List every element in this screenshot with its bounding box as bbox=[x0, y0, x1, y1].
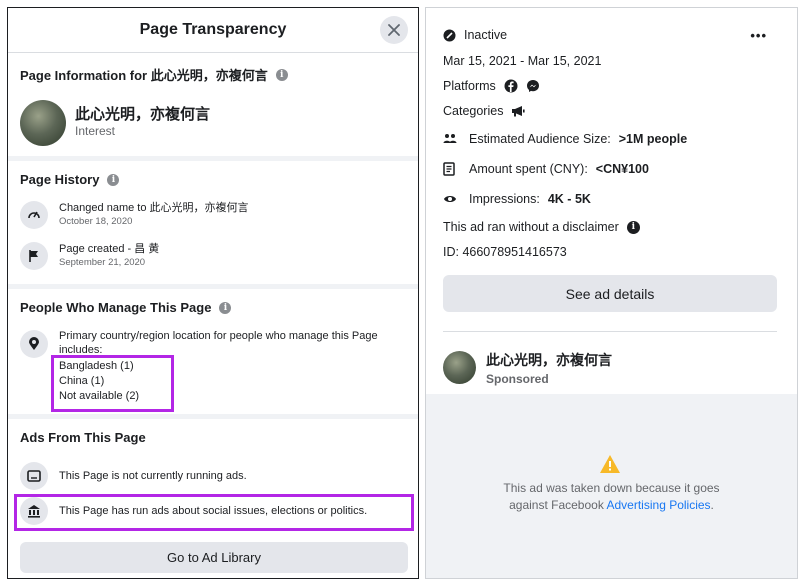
people-icon bbox=[443, 134, 457, 143]
eye-icon bbox=[444, 196, 456, 202]
flag-icon bbox=[20, 242, 48, 270]
advertising-policies-link[interactable]: Advertising Policies bbox=[607, 498, 711, 512]
disclaimer-row: This ad ran without a disclaimer i bbox=[443, 220, 640, 234]
managers-heading-text: People Who Manage This Page bbox=[20, 300, 212, 315]
info-icon[interactable]: i bbox=[219, 301, 232, 314]
spent-row: Amount spent (CNY): <CN¥100 bbox=[443, 162, 649, 176]
ad-dates: Mar 15, 2021 - Mar 15, 2021 bbox=[443, 54, 602, 68]
facebook-icon bbox=[504, 79, 518, 93]
impressions-value: 4K - 5K bbox=[547, 192, 591, 206]
history-item-date: October 18, 2020 bbox=[59, 216, 133, 227]
advertiser-avatar[interactable] bbox=[443, 351, 476, 384]
political-ads-highlight bbox=[14, 494, 414, 531]
history-item-text: Page created - 昌 黄 bbox=[59, 243, 160, 255]
close-icon bbox=[388, 24, 400, 36]
ad-status: Inactive bbox=[443, 28, 507, 42]
takedown-prefix: against Facebook bbox=[509, 498, 607, 512]
page-name[interactable]: 此心光明，亦複何言 bbox=[75, 103, 210, 124]
divider bbox=[443, 331, 777, 332]
categories-row: Categories bbox=[443, 104, 526, 118]
page-transparency-dialog: Page Transparency Page Information for 此… bbox=[7, 7, 419, 579]
ad-library-button[interactable]: Go to Ad Library bbox=[20, 542, 408, 573]
receipt-icon bbox=[443, 162, 455, 176]
monitor-icon bbox=[20, 462, 48, 490]
audience-value: >1M people bbox=[618, 132, 688, 146]
page-history-section: Page History i Changed name to 此心光明，亦複何言… bbox=[8, 156, 418, 284]
audience-label: Estimated Audience Size: bbox=[469, 132, 611, 146]
ad-id: ID: 466078951416573 bbox=[443, 245, 567, 259]
ads-section: Ads From This Page This Page is not curr… bbox=[8, 414, 418, 578]
advertiser-name[interactable]: 此心光明，亦複何言 bbox=[486, 350, 612, 370]
history-item-text: Changed name to 此心光明，亦複何言 bbox=[59, 202, 249, 214]
inactive-icon bbox=[443, 29, 456, 41]
takedown-line1: This ad was taken down because it goes bbox=[503, 481, 720, 495]
status-text: Inactive bbox=[464, 28, 508, 42]
ads-heading-text: Ads From This Page bbox=[20, 430, 146, 445]
more-options-button[interactable]: ••• bbox=[750, 28, 767, 43]
page-info-section: Page Information for 此心光明，亦複何言 i 此心光明，亦複… bbox=[8, 52, 418, 156]
dialog-header: Page Transparency bbox=[8, 8, 418, 53]
takedown-suffix: . bbox=[710, 498, 714, 512]
platforms-label: Platforms bbox=[443, 79, 496, 93]
takedown-notice: This ad was taken down because it goes a… bbox=[426, 394, 797, 578]
ads-not-running: This Page is not currently running ads. bbox=[59, 470, 247, 482]
spent-value: <CN¥100 bbox=[595, 162, 649, 176]
countries-highlight bbox=[51, 355, 174, 412]
page-info-heading-text: Page Information for 此心光明，亦複何言 bbox=[20, 68, 268, 83]
sponsored-label: Sponsored bbox=[486, 372, 549, 386]
takedown-text: This ad was taken down because it goes a… bbox=[426, 480, 797, 514]
impressions-label: Impressions: bbox=[469, 192, 540, 206]
see-ad-details-button[interactable]: See ad details bbox=[443, 275, 777, 312]
page-history-heading: Page History i bbox=[20, 172, 120, 187]
page-avatar[interactable] bbox=[20, 100, 66, 146]
page-history-heading-text: Page History bbox=[20, 172, 100, 187]
takedown-line2: against Facebook Advertising Policies. bbox=[426, 497, 797, 514]
close-button[interactable] bbox=[380, 16, 408, 44]
impressions-row: Impressions: 4K - 5K bbox=[443, 192, 591, 206]
platforms-row: Platforms bbox=[443, 79, 540, 93]
history-item: Page created - 昌 黄 September 21, 2020 bbox=[20, 242, 159, 270]
ads-status-row: This Page is not currently running ads. bbox=[20, 462, 247, 490]
info-icon[interactable]: i bbox=[626, 220, 640, 234]
warning-icon bbox=[600, 455, 620, 473]
megaphone-icon bbox=[512, 106, 526, 117]
managers-section: People Who Manage This Page i Primary co… bbox=[8, 284, 418, 414]
managers-heading: People Who Manage This Page i bbox=[20, 300, 232, 315]
messenger-icon bbox=[526, 80, 539, 92]
page-info-heading: Page Information for 此心光明，亦複何言 i bbox=[20, 65, 288, 84]
info-icon[interactable]: i bbox=[107, 173, 120, 186]
spent-label: Amount spent (CNY): bbox=[469, 162, 588, 176]
dialog-title: Page Transparency bbox=[139, 21, 287, 38]
ads-heading: Ads From This Page bbox=[20, 430, 146, 445]
history-item-date: September 21, 2020 bbox=[59, 257, 146, 268]
audience-row: Estimated Audience Size: >1M people bbox=[443, 132, 687, 146]
disclaimer-text: This ad ran without a disclaimer bbox=[443, 220, 619, 234]
speedometer-icon bbox=[20, 201, 48, 229]
page-category: Interest bbox=[75, 124, 116, 138]
info-icon[interactable]: i bbox=[275, 68, 288, 81]
location-pin-icon bbox=[20, 330, 48, 358]
ad-card: Inactive ••• Mar 15, 2021 - Mar 15, 2021… bbox=[425, 7, 798, 579]
categories-label: Categories bbox=[443, 104, 504, 118]
history-item: Changed name to 此心光明，亦複何言 October 18, 20… bbox=[20, 201, 249, 229]
managers-intro: Primary country/region location for peop… bbox=[59, 330, 378, 356]
